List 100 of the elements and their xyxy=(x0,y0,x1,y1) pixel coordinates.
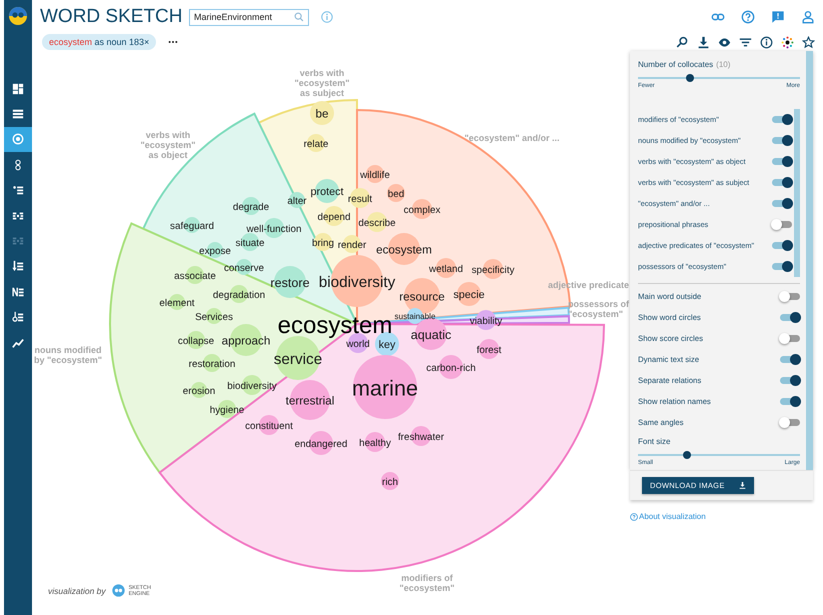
relation-label: "ecosystem" and/or ... xyxy=(464,133,560,143)
toggle-switch[interactable] xyxy=(780,419,800,426)
collocate-word[interactable]: viability xyxy=(470,316,502,327)
relation-label: verbs with "ecosystem" as subject xyxy=(294,68,350,98)
toggle-switch[interactable] xyxy=(780,398,800,405)
collocate-word[interactable]: alter xyxy=(287,196,307,207)
collocate-word[interactable]: resource xyxy=(399,290,445,304)
word-circle xyxy=(387,184,405,202)
collocate-word[interactable]: Services xyxy=(195,312,233,323)
collocate-word[interactable]: render xyxy=(338,240,366,251)
collocate-word[interactable]: rich xyxy=(382,476,398,488)
headword: ecosystem xyxy=(278,312,392,339)
toggle-switch[interactable] xyxy=(780,335,800,342)
logo-icon[interactable] xyxy=(112,584,125,597)
collocate-word[interactable]: degrade xyxy=(232,202,270,213)
toggle-switch[interactable] xyxy=(772,263,792,270)
collocate-word[interactable]: specie xyxy=(453,289,485,302)
collocate-word[interactable]: describe xyxy=(358,218,396,229)
collocate-word[interactable]: protect xyxy=(310,186,344,198)
toggle-switch[interactable] xyxy=(780,314,800,321)
word-circle xyxy=(289,192,305,208)
sidebar-item[interactable] xyxy=(4,126,32,152)
user-icon[interactable] xyxy=(801,10,815,24)
collocate-word[interactable]: expose xyxy=(199,246,231,257)
search-field[interactable]: MarineEnvironment xyxy=(189,8,309,26)
n-list-icon xyxy=(12,286,24,298)
feedback-icon[interactable] xyxy=(771,10,785,24)
collocate-word[interactable]: approach xyxy=(222,334,270,348)
word-circle xyxy=(314,233,332,251)
font-size-label: Font size xyxy=(638,437,672,446)
more-icon[interactable] xyxy=(168,40,178,44)
collocate-word[interactable]: ecosystem xyxy=(376,244,432,257)
collocate-word[interactable]: wildlife xyxy=(360,170,390,181)
collocate-word[interactable]: sustainable xyxy=(394,312,436,322)
relation-label: modifiers of "ecosystem" xyxy=(399,573,455,593)
collocate-word[interactable]: service xyxy=(274,350,322,368)
scrollbar[interactable] xyxy=(794,109,800,277)
info-icon[interactable] xyxy=(760,36,773,48)
slider-thumb[interactable] xyxy=(686,74,694,82)
collocates-label: Number of collocates xyxy=(638,60,714,69)
dot-list-icon xyxy=(12,184,24,196)
logo-icon[interactable] xyxy=(8,6,28,26)
relation-label: nouns modified by "ecosystem" xyxy=(34,345,102,365)
toggle-switch[interactable] xyxy=(780,377,800,384)
scrollbar[interactable] xyxy=(806,51,813,470)
collocate-word[interactable]: result xyxy=(348,194,372,205)
toggle-switch[interactable] xyxy=(772,221,792,228)
collocate-word[interactable]: carbon-rich xyxy=(426,362,476,374)
collocate-word[interactable]: degradation xyxy=(212,290,266,301)
collocate-word[interactable]: marine xyxy=(352,375,418,400)
collocate-word[interactable]: hygiene xyxy=(210,404,244,416)
dot-grid-icon xyxy=(12,210,24,222)
collocate-word[interactable]: world xyxy=(346,338,370,350)
filter-icon[interactable] xyxy=(739,36,752,48)
collocate-word[interactable]: bed xyxy=(388,188,404,200)
collocate-word[interactable]: element xyxy=(159,298,195,309)
collocate-word[interactable]: freshwater xyxy=(398,432,444,443)
collocate-word[interactable]: conserve xyxy=(224,262,264,274)
collocate-word[interactable]: safeguard xyxy=(170,220,214,232)
about-link[interactable]: About visualization xyxy=(630,512,820,521)
download-icon[interactable] xyxy=(697,36,710,48)
collocate-word[interactable]: healthy xyxy=(359,438,391,449)
collocate-word[interactable]: specificity xyxy=(472,264,514,276)
toggle-switch[interactable] xyxy=(772,158,792,165)
slider-thumb[interactable] xyxy=(682,451,691,459)
toggle-switch[interactable] xyxy=(780,356,800,363)
collocate-word[interactable]: situate xyxy=(235,238,265,249)
collocate-word[interactable]: wetland xyxy=(428,264,464,275)
collocate-word[interactable]: restoration xyxy=(188,358,236,370)
collocate-word[interactable]: constituent xyxy=(245,420,293,432)
toggle-switch[interactable] xyxy=(772,116,792,123)
collocate-word[interactable]: relate xyxy=(304,138,328,150)
collocate-word[interactable]: biodiversity xyxy=(318,274,396,291)
collocate-word[interactable]: endangered xyxy=(294,438,348,450)
toggle-switch[interactable] xyxy=(772,242,792,249)
collocate-word[interactable]: be xyxy=(316,108,328,121)
collocate-word[interactable]: collapse xyxy=(178,336,214,347)
collocate-word[interactable]: restore xyxy=(270,276,310,290)
toggle-switch[interactable] xyxy=(780,293,800,300)
collocate-word[interactable]: bring xyxy=(312,238,334,249)
collocate-word[interactable]: erosion xyxy=(182,386,216,397)
collocate-word[interactable]: associate xyxy=(174,270,216,282)
collocate-word[interactable]: aquatic xyxy=(410,328,452,342)
toggle-switch[interactable] xyxy=(772,137,792,144)
star-icon[interactable] xyxy=(802,36,815,48)
collocate-word[interactable]: terrestrial xyxy=(286,394,334,408)
collocate-word[interactable]: key xyxy=(378,339,396,352)
palette-icon[interactable] xyxy=(781,36,794,48)
toggle-switch[interactable] xyxy=(772,179,792,186)
collocate-word[interactable]: forest xyxy=(476,344,502,356)
relation-label: verbs with "ecosystem" as object xyxy=(140,130,196,160)
word-circle xyxy=(381,472,399,490)
toggle-switch[interactable] xyxy=(772,200,792,207)
collocate-word[interactable]: depend xyxy=(318,212,350,223)
query-chip[interactable]: ecosystem as noun 183× xyxy=(42,34,156,50)
collocate-word[interactable]: well-function xyxy=(246,224,302,235)
help-icon[interactable] xyxy=(741,10,755,24)
eye-icon[interactable] xyxy=(718,36,731,48)
collocate-word[interactable]: complex xyxy=(404,204,440,216)
zoom-reset-icon[interactable] xyxy=(676,36,689,48)
